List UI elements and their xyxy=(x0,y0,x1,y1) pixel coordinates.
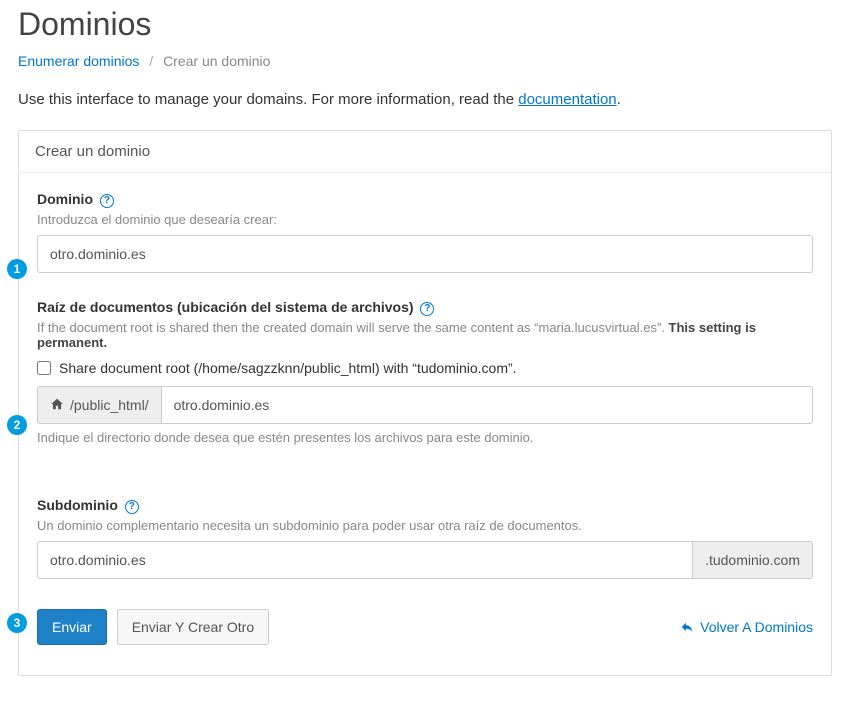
share-docroot-label: Share document root (/home/sagzzknn/publ… xyxy=(59,360,517,376)
docroot-note-pre: If the document root is shared then the … xyxy=(37,320,669,335)
create-domain-panel: Crear un dominio Dominio ? Introduzca el… xyxy=(18,130,832,676)
docroot-below: Indique el directorio donde desea que es… xyxy=(37,430,813,445)
domain-input[interactable] xyxy=(37,235,813,273)
docroot-label: Raíz de documentos (ubicación del sistem… xyxy=(37,299,414,315)
step-badge-1: 1 xyxy=(7,259,27,279)
docroot-field: Raíz de documentos (ubicación del sistem… xyxy=(37,299,813,445)
panel-heading: Crear un dominio xyxy=(19,131,831,173)
intro-pre: Use this interface to manage your domain… xyxy=(18,91,518,108)
subdomain-field: Subdominio ? Un dominio complementario n… xyxy=(37,497,813,579)
domain-label: Dominio xyxy=(37,191,93,207)
share-docroot-row[interactable]: Share document root (/home/sagzzknn/publ… xyxy=(37,360,813,376)
step-badge-3: 3 xyxy=(7,613,27,633)
documentation-link[interactable]: documentation xyxy=(518,91,616,108)
back-link[interactable]: Volver A Dominios xyxy=(680,619,813,635)
docroot-input-group: /public_html/ xyxy=(37,386,813,424)
intro-post: . xyxy=(617,91,621,108)
help-icon[interactable]: ? xyxy=(125,500,139,514)
help-icon[interactable]: ? xyxy=(420,302,434,316)
subdomain-hint: Un dominio complementario necesita un su… xyxy=(37,518,813,533)
breadcrumb: Enumerar dominios / Crear un dominio xyxy=(18,53,832,69)
submit-another-button[interactable]: Enviar Y Crear Otro xyxy=(117,609,269,645)
submit-button[interactable]: Enviar xyxy=(37,609,107,645)
button-row: Enviar Enviar Y Crear Otro Volver A Domi… xyxy=(37,609,813,645)
home-icon xyxy=(50,397,64,414)
docroot-prefix-text: /public_html/ xyxy=(70,397,149,413)
docroot-prefix: /public_html/ xyxy=(37,386,161,424)
reply-icon xyxy=(680,620,694,634)
breadcrumb-current: Crear un dominio xyxy=(163,53,270,69)
subdomain-input-group: .tudominio.com xyxy=(37,541,813,579)
subdomain-suffix: .tudominio.com xyxy=(693,541,813,579)
docroot-input[interactable] xyxy=(161,386,813,424)
domain-field: Dominio ? Introduzca el dominio que dese… xyxy=(37,191,813,273)
subdomain-input[interactable] xyxy=(37,541,693,579)
breadcrumb-list-link[interactable]: Enumerar dominios xyxy=(18,53,139,69)
intro-text: Use this interface to manage your domain… xyxy=(18,91,832,108)
breadcrumb-separator: / xyxy=(149,53,153,69)
step-badge-2: 2 xyxy=(7,415,27,435)
back-link-text: Volver A Dominios xyxy=(700,619,813,635)
share-docroot-checkbox[interactable] xyxy=(37,361,51,375)
subdomain-label: Subdominio xyxy=(37,497,118,513)
docroot-note: If the document root is shared then the … xyxy=(37,320,813,350)
page-title: Dominios xyxy=(18,6,832,43)
domain-hint: Introduzca el dominio que desearía crear… xyxy=(37,212,813,227)
help-icon[interactable]: ? xyxy=(100,194,114,208)
